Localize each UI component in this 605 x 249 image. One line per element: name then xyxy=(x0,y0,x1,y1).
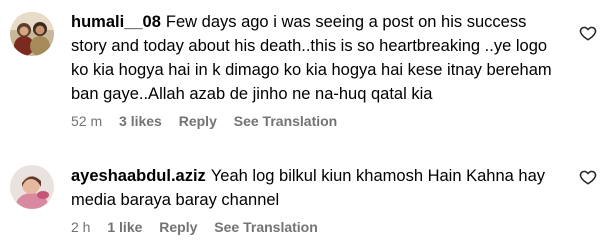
avatar-image xyxy=(10,12,54,56)
comment-username[interactable]: ayeshaabdul.aziz xyxy=(71,167,206,185)
heart-outline-icon[interactable] xyxy=(579,168,597,186)
comment-text-block: humali__08 Few days ago i was seeing a po… xyxy=(71,10,560,106)
comment-text-block: ayeshaabdul.aziz Yeah log bilkul kiun kha… xyxy=(71,164,560,212)
comment-body: humali__08 Few days ago i was seeing a po… xyxy=(71,10,560,106)
avatar[interactable] xyxy=(10,165,54,209)
likes-count[interactable]: 3 likes xyxy=(119,113,162,129)
see-translation-button[interactable]: See Translation xyxy=(234,113,337,129)
reply-button[interactable]: Reply xyxy=(179,113,217,129)
comment-item: humali__08 Few days ago i was seeing a po… xyxy=(0,0,605,150)
comment-item: ayeshaabdul.aziz Yeah log bilkul kiun kha… xyxy=(0,150,605,249)
comment-username[interactable]: humali__08 xyxy=(71,13,161,31)
comment-timestamp: 2 h xyxy=(71,219,91,235)
see-translation-button[interactable]: See Translation xyxy=(214,219,317,235)
comment-meta: 52 m 3 likes Reply See Translation xyxy=(71,113,350,129)
reply-button[interactable]: Reply xyxy=(159,219,197,235)
comment-meta: 2 h 1 like Reply See Translation xyxy=(71,219,331,235)
avatar[interactable] xyxy=(10,12,54,56)
heart-outline-icon[interactable] xyxy=(579,24,597,42)
comment-timestamp: 52 m xyxy=(71,113,103,129)
likes-count[interactable]: 1 like xyxy=(107,219,142,235)
avatar-image xyxy=(10,165,54,209)
comment-body: ayeshaabdul.aziz Yeah log bilkul kiun kha… xyxy=(71,164,560,212)
